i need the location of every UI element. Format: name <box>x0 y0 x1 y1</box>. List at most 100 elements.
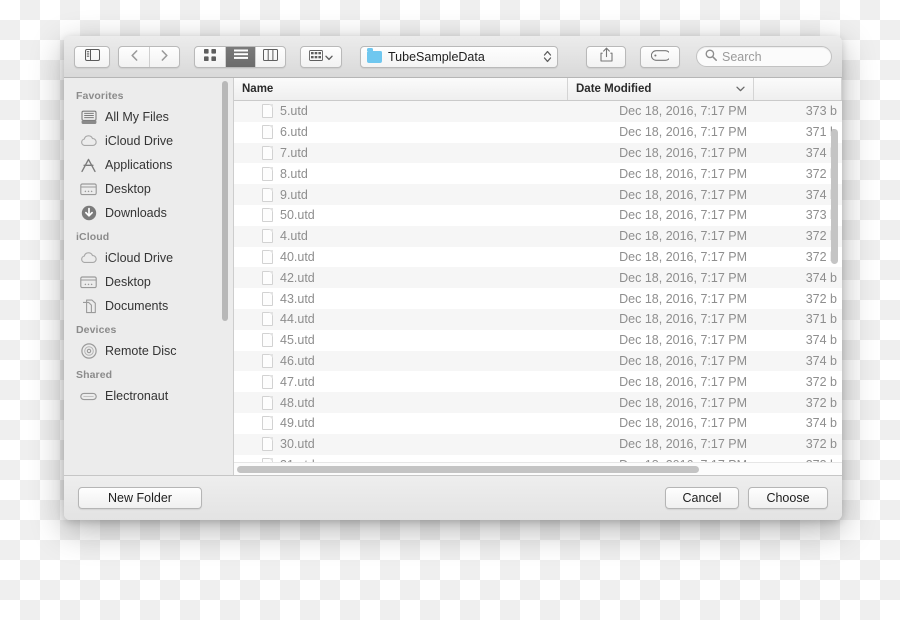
table-row[interactable]: 46.utd Dec 18, 2016, 7:17 PM 374 b <box>234 350 842 372</box>
file-size: 374 b <box>805 270 837 285</box>
forward-button[interactable] <box>149 46 179 67</box>
sidebar: Favorites All My Files iCloud Drive Appl… <box>64 78 234 475</box>
file-date: Dec 18, 2016, 7:17 PM <box>619 353 747 368</box>
file-name: 49.utd <box>280 416 315 431</box>
file-name: 46.utd <box>280 353 315 368</box>
document-icon <box>262 125 273 140</box>
table-row[interactable]: 49.utd Dec 18, 2016, 7:17 PM 374 b <box>234 413 842 434</box>
sidebar-item-label: All My Files <box>105 110 169 124</box>
file-size: 374 b <box>805 416 837 431</box>
sidebar-toggle-button[interactable] <box>74 45 110 68</box>
list-view-button[interactable] <box>225 46 255 67</box>
file-name-cell: 5.utd <box>234 104 568 119</box>
arrange-by-button[interactable] <box>300 45 342 68</box>
file-date: Dec 18, 2016, 7:17 PM <box>619 270 747 285</box>
documents-icon <box>80 298 97 314</box>
sidebar-item-desktop-icloud[interactable]: Desktop <box>64 270 233 294</box>
table-row[interactable]: 47.utd Dec 18, 2016, 7:17 PM 372 b <box>234 371 842 392</box>
file-name: 47.utd <box>280 374 315 389</box>
tag-button[interactable] <box>640 45 680 68</box>
file-name: 5.utd <box>280 104 308 119</box>
file-name: 50.utd <box>280 208 315 223</box>
table-row[interactable]: 8.utd Dec 18, 2016, 7:17 PM 372 b <box>234 163 842 184</box>
document-icon <box>262 312 273 327</box>
column-header-date-modified[interactable]: Date Modified <box>568 78 754 100</box>
file-list-horizontal-scrollbar-thumb[interactable] <box>237 466 699 473</box>
sidebar-item-electronaut[interactable]: Electronaut <box>64 384 233 408</box>
share-icon <box>599 47 613 67</box>
sidebar-heading-icloud: iCloud <box>76 231 110 243</box>
column-view-button[interactable] <box>255 46 285 67</box>
document-icon <box>262 270 273 285</box>
table-row[interactable]: 42.utd Dec 18, 2016, 7:17 PM 374 b <box>234 267 842 289</box>
file-date: Dec 18, 2016, 7:17 PM <box>619 395 747 410</box>
choose-button[interactable]: Choose <box>748 487 828 509</box>
file-list-vertical-scrollbar-thumb[interactable] <box>831 129 838 264</box>
table-row[interactable]: 5.utd Dec 18, 2016, 7:17 PM 373 b <box>234 101 842 122</box>
new-folder-button[interactable]: New Folder <box>78 487 202 509</box>
file-name: 9.utd <box>280 187 308 202</box>
cancel-button[interactable]: Cancel <box>665 487 739 509</box>
toolbar: TubeSampleData Search <box>64 36 842 78</box>
table-row[interactable]: 30.utd Dec 18, 2016, 7:17 PM 372 b <box>234 433 842 455</box>
file-name-cell: 9.utd <box>234 187 568 202</box>
table-row[interactable]: 4.utd Dec 18, 2016, 7:17 PM 372 b <box>234 225 842 247</box>
applications-icon <box>80 157 97 173</box>
table-row[interactable]: 44.utd Dec 18, 2016, 7:17 PM 371 b <box>234 308 842 330</box>
document-icon <box>262 208 273 223</box>
table-row[interactable]: 50.utd Dec 18, 2016, 7:17 PM 373 b <box>234 205 842 226</box>
file-date: Dec 18, 2016, 7:17 PM <box>619 249 747 264</box>
document-icon <box>262 416 273 431</box>
back-button[interactable] <box>119 47 149 67</box>
sidebar-item-downloads[interactable]: Downloads <box>64 201 233 225</box>
document-icon <box>262 353 273 368</box>
file-name: 43.utd <box>280 291 315 306</box>
document-icon <box>262 437 273 452</box>
table-row[interactable]: 43.utd Dec 18, 2016, 7:17 PM 372 b <box>234 288 842 309</box>
sidebar-item-desktop-favorites[interactable]: Desktop <box>64 177 233 201</box>
table-row[interactable]: 6.utd Dec 18, 2016, 7:17 PM 371 b <box>234 122 842 143</box>
chevron-left-icon <box>130 48 138 66</box>
file-date: Dec 18, 2016, 7:17 PM <box>619 125 747 140</box>
chevron-right-icon <box>161 48 168 66</box>
table-row[interactable]: 7.utd Dec 18, 2016, 7:17 PM 374 b <box>234 142 842 164</box>
sidebar-item-icloud-drive-favorites[interactable]: iCloud Drive <box>64 129 233 153</box>
navigation-buttons <box>118 45 180 68</box>
sidebar-item-all-my-files[interactable]: All My Files <box>64 105 233 129</box>
file-list-horizontal-scrollbar[interactable] <box>234 462 842 475</box>
file-rows-container: 5.utd Dec 18, 2016, 7:17 PM 373 b 6.utd … <box>234 101 842 475</box>
table-row[interactable]: 40.utd Dec 18, 2016, 7:17 PM 372 b <box>234 247 842 268</box>
table-row[interactable]: 48.utd Dec 18, 2016, 7:17 PM 372 b <box>234 392 842 413</box>
window-body: Favorites All My Files iCloud Drive Appl… <box>64 78 842 475</box>
document-icon <box>262 145 273 160</box>
up-down-stepper-icon <box>543 50 552 63</box>
file-name-cell: 45.utd <box>234 333 568 348</box>
document-icon <box>262 333 273 348</box>
sidebar-item-label: Remote Disc <box>105 344 177 358</box>
desktop-icon <box>80 274 97 290</box>
column-header-size[interactable] <box>754 78 842 100</box>
file-name: 48.utd <box>280 395 315 410</box>
sidebar-item-documents[interactable]: Documents <box>64 294 233 318</box>
share-button[interactable] <box>586 45 626 68</box>
sidebar-scrollbar-thumb[interactable] <box>222 81 228 321</box>
current-folder-label: TubeSampleData <box>388 49 485 64</box>
table-row[interactable]: 45.utd Dec 18, 2016, 7:17 PM 374 b <box>234 330 842 351</box>
file-date: Dec 18, 2016, 7:17 PM <box>619 145 747 160</box>
sidebar-item-remote-disc[interactable]: Remote Disc <box>64 339 233 363</box>
dialog-footer: New Folder Cancel Choose <box>64 475 842 520</box>
sidebar-item-applications[interactable]: Applications <box>64 153 233 177</box>
file-size: 373 b <box>805 104 837 119</box>
file-size: 372 b <box>805 437 837 452</box>
all-my-files-icon <box>80 109 97 125</box>
download-icon <box>80 205 97 221</box>
file-size: 372 b <box>805 291 837 306</box>
path-popup-button[interactable]: TubeSampleData <box>360 45 558 68</box>
table-row[interactable]: 9.utd Dec 18, 2016, 7:17 PM 374 b <box>234 184 842 205</box>
column-header-name[interactable]: Name <box>234 78 568 100</box>
search-field[interactable]: Search <box>696 46 832 67</box>
document-icon <box>262 291 273 306</box>
icon-view-button[interactable] <box>195 47 225 67</box>
sidebar-item-icloud-drive[interactable]: iCloud Drive <box>64 246 233 270</box>
file-name-cell: 49.utd <box>234 416 568 431</box>
